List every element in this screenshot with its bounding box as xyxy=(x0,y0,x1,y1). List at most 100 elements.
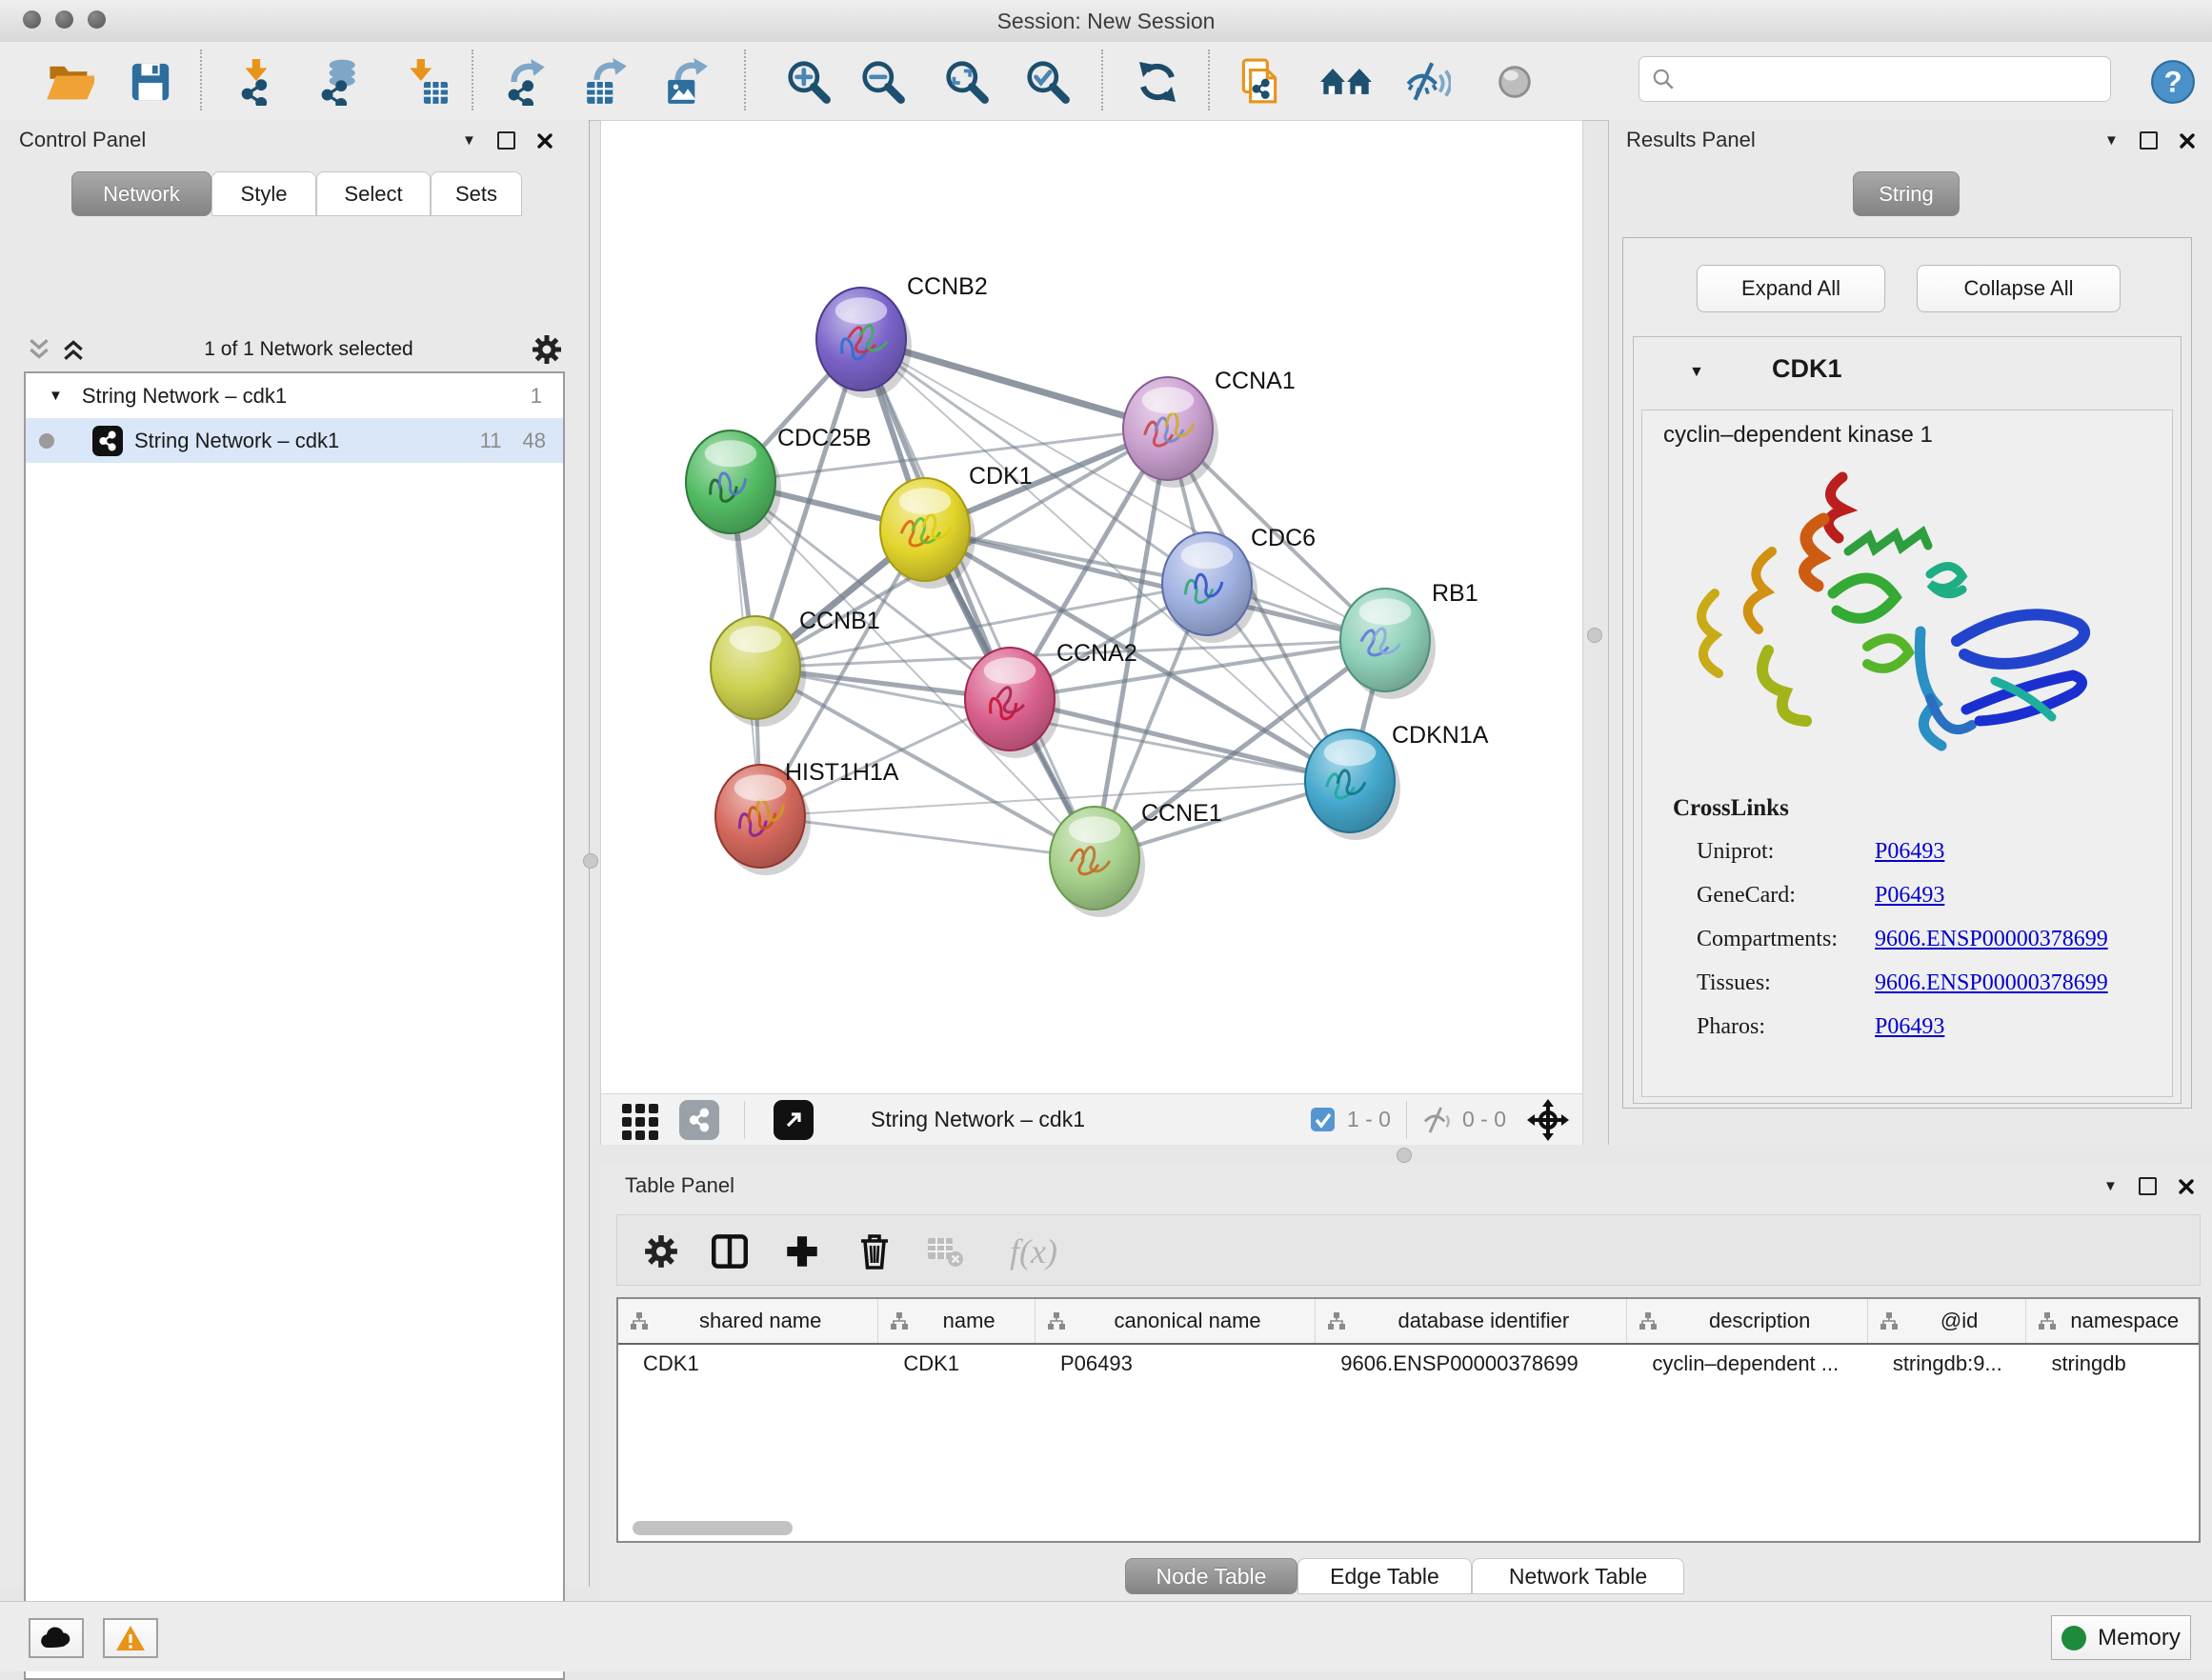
export-image-icon[interactable] xyxy=(661,55,714,109)
grid-view-icon[interactable] xyxy=(620,1100,660,1140)
table-row[interactable]: CDK1CDK1P064939606.ENSP00000378699cyclin… xyxy=(618,1345,2199,1383)
tab-network[interactable]: Network xyxy=(71,171,211,216)
column-header--id[interactable]: @id xyxy=(1868,1299,2027,1343)
network-node-RB1[interactable] xyxy=(1340,589,1436,699)
column-header-description[interactable]: description xyxy=(1627,1299,1867,1343)
column-type-icon xyxy=(1639,1311,1658,1330)
bottom-splitter-handle[interactable] xyxy=(1397,1148,1412,1163)
close-panel-icon[interactable] xyxy=(536,132,553,150)
hide-glass-eye-icon[interactable] xyxy=(1400,55,1454,109)
zoom-in-icon[interactable] xyxy=(782,55,835,109)
show-glass-eye-icon[interactable] xyxy=(1488,55,1541,109)
help-icon[interactable]: ? xyxy=(2146,55,2200,109)
zoom-fit-icon[interactable] xyxy=(940,55,994,109)
network-node-CCNA1[interactable] xyxy=(1123,377,1218,488)
network-node-label: CDK1 xyxy=(969,463,1033,490)
gear-icon[interactable] xyxy=(532,334,562,365)
search-input[interactable] xyxy=(1676,66,2099,92)
add-column-icon[interactable] xyxy=(777,1229,827,1274)
selected-checkbox-icon[interactable] xyxy=(1310,1107,1336,1132)
panel-menu-icon[interactable]: ▼ xyxy=(2103,1179,2118,1193)
open-session-icon[interactable] xyxy=(43,55,96,109)
close-panel-icon[interactable] xyxy=(2179,132,2196,150)
export-table-icon[interactable] xyxy=(580,55,633,109)
network-node-CCNB2[interactable] xyxy=(816,288,912,398)
table-settings-gear-icon[interactable] xyxy=(636,1229,686,1274)
expand-all-icon[interactable] xyxy=(61,338,86,361)
refresh-icon[interactable] xyxy=(1131,55,1184,109)
collapse-all-button[interactable]: Collapse All xyxy=(1917,265,2121,312)
node-table: shared namenamecanonical namedatabase id… xyxy=(616,1297,2201,1543)
control-panel: Control Panel ▼ Network Style Select Set… xyxy=(0,120,590,1587)
network-node-CDC25B[interactable] xyxy=(686,430,781,541)
network-node-CCNB1[interactable] xyxy=(711,616,806,727)
share-document-icon[interactable] xyxy=(1233,55,1286,109)
import-table-icon[interactable] xyxy=(399,55,452,109)
network-node-CDKN1A[interactable] xyxy=(1305,730,1400,840)
tab-select[interactable]: Select xyxy=(316,171,431,216)
table-toolbar: f(x) xyxy=(616,1214,2201,1286)
network-node-label: CCNE1 xyxy=(1141,800,1222,827)
float-panel-icon[interactable] xyxy=(2140,131,2158,150)
export-network-icon[interactable] xyxy=(499,55,553,109)
tab-sets[interactable]: Sets xyxy=(431,171,522,216)
tree-expand-icon[interactable]: ▼ xyxy=(49,388,63,404)
memory-button[interactable]: Memory xyxy=(2051,1615,2191,1660)
show-columns-icon[interactable] xyxy=(705,1229,754,1274)
horizontal-scrollbar-thumb[interactable] xyxy=(633,1521,793,1535)
network-node-CCNE1[interactable] xyxy=(1050,807,1145,917)
save-session-icon[interactable] xyxy=(124,55,177,109)
panel-menu-icon[interactable]: ▼ xyxy=(462,133,476,148)
column-header-shared-name[interactable]: shared name xyxy=(618,1299,878,1343)
network-node-CDK1[interactable] xyxy=(880,478,975,589)
delete-column-trash-icon[interactable] xyxy=(850,1229,899,1274)
cloud-button[interactable] xyxy=(29,1618,84,1658)
float-panel-icon[interactable] xyxy=(2139,1177,2157,1195)
network-node-label: RB1 xyxy=(1432,580,1478,607)
zoom-selected-icon[interactable] xyxy=(1021,55,1075,109)
crosslink-link[interactable]: 9606.ENSP00000378699 xyxy=(1875,970,2108,996)
home-icon[interactable] xyxy=(1319,55,1373,109)
memory-status-dot-icon xyxy=(2061,1626,2086,1650)
collapse-all-icon[interactable] xyxy=(27,338,51,361)
tab-network-table[interactable]: Network Table xyxy=(1472,1558,1684,1594)
crosslink-link[interactable]: P06493 xyxy=(1875,839,1944,865)
right-splitter-handle[interactable] xyxy=(1587,628,1602,643)
birds-eye-view-icon[interactable] xyxy=(774,1100,814,1140)
control-panel-title: Control Panel xyxy=(19,128,146,152)
float-panel-icon[interactable] xyxy=(497,131,515,150)
tab-style[interactable]: Style xyxy=(211,171,316,216)
panel-menu-icon[interactable]: ▼ xyxy=(2104,133,2119,148)
protein-section: ▼ CDK1 cyclin–dependent kinase 1 xyxy=(1633,336,2182,1104)
column-header-canonical-name[interactable]: canonical name xyxy=(1036,1299,1316,1343)
fit-selected-crosshair-icon[interactable] xyxy=(1527,1099,1569,1141)
network-row[interactable]: String Network – cdk1 11 48 xyxy=(26,418,563,463)
network-canvas[interactable]: CCNB2CCNA1CDC25BCDK1CDC6RB1CCNB1CCNA2CDK… xyxy=(601,121,1582,1093)
column-header-name[interactable]: name xyxy=(878,1299,1036,1343)
delete-table-icon xyxy=(920,1229,970,1274)
network-node-CCNA2[interactable] xyxy=(965,648,1060,758)
network-node-CDC6[interactable] xyxy=(1162,532,1257,643)
expand-all-button[interactable]: Expand All xyxy=(1697,265,1885,312)
import-network-icon[interactable] xyxy=(231,55,284,109)
title-bar: Session: New Session xyxy=(0,0,2212,43)
import-network-from-database-icon[interactable] xyxy=(312,55,365,109)
column-header-database-identifier[interactable]: database identifier xyxy=(1316,1299,1627,1343)
close-panel-icon[interactable] xyxy=(2178,1178,2195,1195)
network-node-label: CCNB1 xyxy=(799,608,880,634)
column-header-namespace[interactable]: namespace xyxy=(2026,1299,2199,1343)
tab-edge-table[interactable]: Edge Table xyxy=(1297,1558,1472,1594)
left-splitter-handle[interactable] xyxy=(583,853,598,869)
tab-string-results[interactable]: String xyxy=(1853,171,1960,216)
crosslink-link[interactable]: P06493 xyxy=(1875,883,1944,909)
zoom-out-icon[interactable] xyxy=(856,55,910,109)
section-collapse-icon[interactable]: ▼ xyxy=(1689,364,1704,381)
table-cell: stringdb xyxy=(2026,1351,2199,1376)
string-style-icon[interactable] xyxy=(679,1100,719,1140)
crosslink-link[interactable]: 9606.ENSP00000378699 xyxy=(1875,927,2108,952)
tab-node-table[interactable]: Node Table xyxy=(1125,1558,1297,1594)
network-view-toolbar: String Network – cdk1 1 - 0 0 - 0 xyxy=(601,1093,1582,1145)
warnings-button[interactable] xyxy=(103,1618,158,1658)
network-collection-row[interactable]: ▼ String Network – cdk1 1 xyxy=(26,373,563,418)
crosslink-link[interactable]: P06493 xyxy=(1875,1014,1944,1040)
